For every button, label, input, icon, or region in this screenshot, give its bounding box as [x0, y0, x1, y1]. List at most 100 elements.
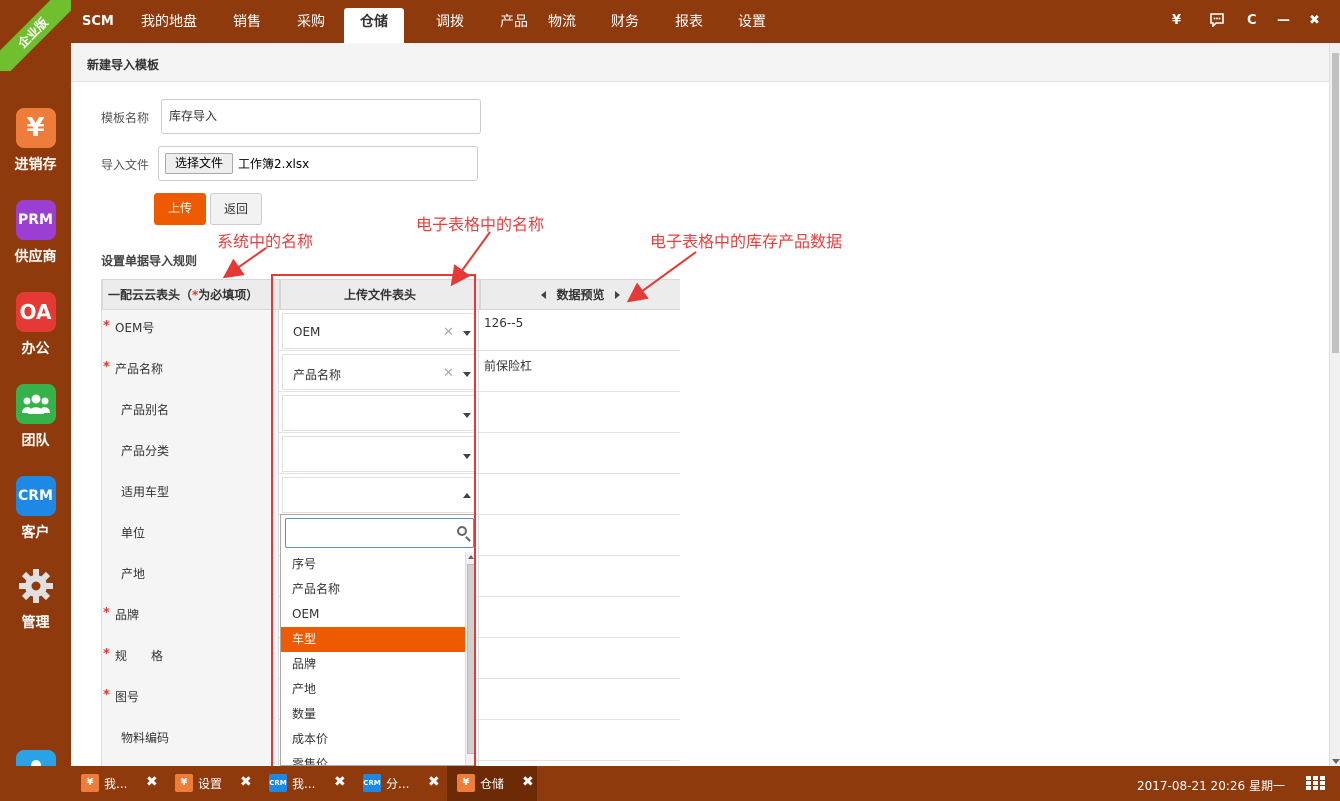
sidebar-item-5[interactable]: 管理 [0, 566, 71, 632]
required-marker: * [103, 647, 110, 662]
required-marker: * [103, 319, 110, 334]
annotation-highlight-box [271, 274, 476, 770]
taskbar-item[interactable]: ¥ 仓储 ✖ [447, 766, 537, 801]
taskbar-item[interactable]: CRM 我... ✖ [259, 766, 349, 801]
clock: 2017-08-21 20:26 星期一 [1137, 779, 1285, 793]
sidebar-label: 进销存 [14, 157, 57, 173]
file-input[interactable]: 选择文件 工作簿2.xlsx [158, 146, 478, 181]
system-field-cell: 产地 [102, 556, 279, 597]
template-name-input[interactable]: 库存导入 [161, 99, 481, 134]
brand-label: SCM [82, 14, 114, 29]
sidebar-item-4[interactable]: CRM 客户 [0, 476, 71, 542]
taskbar: ¥ 我... ✖ ¥ 设置 ✖ CRM 我... ✖ CRM 分... ✖ ¥ 仓储 ✖ 2017-08-2… [0, 766, 1340, 801]
team-icon [15, 384, 56, 424]
sidebar-label: 办公 [21, 341, 50, 357]
oa-icon: OA [15, 292, 56, 332]
apps-grid-icon[interactable] [1306, 776, 1326, 791]
sidebar-label: 客户 [21, 525, 50, 541]
yen-icon[interactable]: ¥ [1172, 13, 1181, 28]
nav-tab-9[interactable]: 设置 [722, 8, 782, 43]
sidebar-item-0[interactable]: ¥ 进销存 [0, 108, 71, 174]
sidebar-label: 供应商 [14, 249, 57, 265]
sidebar-item-2[interactable]: OA 办公 [0, 292, 71, 358]
sidebar: 企业版 ¥ 进销存 PRM 供应商 OA 办公团队 CRM 客户管理 [0, 0, 71, 788]
sidebar-label: 管理 [21, 615, 50, 631]
system-field-name: 产品别名 [121, 403, 170, 417]
sidebar-item-3[interactable]: 团队 [0, 384, 71, 450]
preview-prev-icon[interactable] [541, 291, 547, 299]
upload-button[interactable]: 上传 [154, 193, 206, 225]
preview-cell [480, 392, 680, 433]
nav-tab-7[interactable]: 财务 [595, 8, 655, 43]
taskbar-item-label: 我... [104, 777, 128, 791]
preview-cell [480, 597, 680, 638]
taskbar-item[interactable]: ¥ 我... ✖ [71, 766, 161, 801]
system-field-cell: 单位 [102, 515, 279, 556]
close-icon[interactable]: ✖ [1309, 13, 1320, 28]
import-file-label: 导入文件 [101, 158, 150, 172]
required-marker: * [103, 360, 110, 375]
edition-label: 企业版 [0, 0, 71, 71]
page-title: 新建导入模板 [87, 58, 160, 72]
header-data-preview: 数据预览 [480, 279, 680, 310]
page-header: 新建导入模板 [71, 43, 1329, 82]
system-field-cell: 物料编码 [102, 720, 279, 761]
system-field-name: 图号 [115, 690, 140, 704]
message-icon[interactable] [1210, 13, 1224, 31]
system-field-cell: * 品牌 [102, 597, 279, 638]
annotation-sheet-data: 电子表格中的库存产品数据 [650, 232, 843, 251]
system-field-name: 产品分类 [121, 444, 170, 458]
header-system-fields: 一配云云表头（*为必填项） [102, 279, 280, 310]
taskbar-item-label: 我... [292, 777, 316, 791]
close-tab-icon[interactable]: ✖ [334, 774, 346, 790]
system-field-name: 适用车型 [121, 485, 170, 499]
prm-icon: PRM [15, 200, 56, 240]
back-button[interactable]: 返回 [210, 193, 262, 225]
sidebar-item-1[interactable]: PRM 供应商 [0, 200, 71, 266]
preview-cell [480, 720, 680, 761]
taskbar-item[interactable]: CRM 分... ✖ [353, 766, 443, 801]
annotation-sheet-names: 电子表格中的名称 [416, 215, 545, 234]
crm-icon: CRM [269, 774, 287, 792]
taskbar-item-label: 设置 [198, 777, 223, 791]
taskbar-item-label: 仓储 [480, 777, 505, 791]
annotation-system-names: 系统中的名称 [217, 232, 314, 251]
close-tab-icon[interactable]: ✖ [428, 774, 440, 790]
nav-tab-2[interactable]: 采购 [281, 8, 341, 43]
nav-tab-0[interactable]: 我的地盘 [125, 8, 213, 43]
preview-next-icon[interactable] [614, 291, 620, 299]
sidebar-label: 团队 [21, 433, 50, 449]
template-name-label: 模板名称 [101, 111, 150, 125]
preview-value: 126--5 [484, 316, 524, 330]
yen-icon: ¥ [175, 774, 193, 792]
minimize-icon[interactable]: — [1277, 13, 1290, 28]
nav-tab-6[interactable]: 物流 [532, 8, 592, 43]
choose-file-button[interactable]: 选择文件 [165, 153, 233, 174]
crm-icon: CRM [15, 476, 56, 516]
page-scrollbar[interactable] [1329, 43, 1340, 766]
nav-tab-8[interactable]: 报表 [659, 8, 719, 43]
required-marker: * [103, 606, 110, 621]
system-field-name: 规 格 [115, 649, 164, 663]
system-field-cell: 适用车型 [102, 474, 279, 515]
preview-cell [480, 679, 680, 720]
refresh-icon[interactable]: C [1247, 13, 1257, 28]
yen-icon: ¥ [15, 108, 56, 148]
preview-cell: 126--5 [480, 310, 680, 351]
yen-icon: ¥ [81, 774, 99, 792]
required-marker: * [103, 688, 110, 703]
system-field-name: 单位 [121, 526, 146, 540]
close-tab-icon[interactable]: ✖ [146, 774, 158, 790]
system-field-cell: 产品分类 [102, 433, 279, 474]
preview-cell [480, 515, 680, 556]
yen-icon: ¥ [457, 774, 475, 792]
rules-title: 设置单据导入规则 [101, 254, 198, 268]
nav-tab-3[interactable]: 仓储 [344, 8, 404, 43]
taskbar-item[interactable]: ¥ 设置 ✖ [165, 766, 255, 801]
close-tab-icon[interactable]: ✖ [240, 774, 252, 790]
nav-tab-4[interactable]: 调拨 [420, 8, 480, 43]
nav-tab-1[interactable]: 销售 [217, 8, 277, 43]
system-field-name: 品牌 [115, 608, 140, 622]
close-tab-icon[interactable]: ✖ [522, 774, 534, 790]
system-field-cell: 产品别名 [102, 392, 279, 433]
